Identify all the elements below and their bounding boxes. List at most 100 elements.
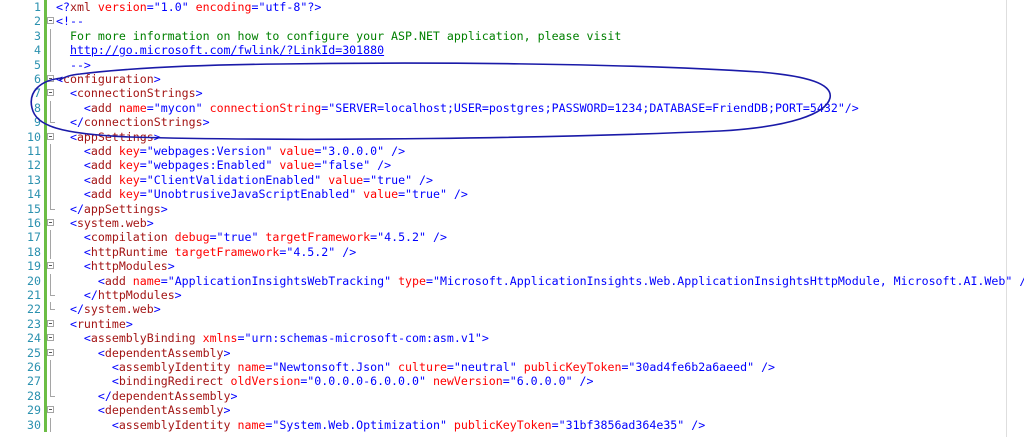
code-token: " (439, 417, 447, 432)
fold-end-guide (50, 115, 55, 124)
code-line[interactable]: 26 <assemblyIdentity name="Newtonsoft.Js… (0, 360, 1024, 375)
code-token: 4.5.2 (293, 244, 329, 259)
code-line[interactable]: 25 <dependentAssembly> (0, 345, 1024, 360)
code-token: < (56, 417, 119, 432)
line-number: 26 (27, 360, 41, 374)
code-line[interactable]: 16 <system.web> (0, 216, 1024, 231)
change-indicator (44, 57, 47, 72)
code-line[interactable]: 18 <httpRuntime targetFramework="4.5.2" … (0, 244, 1024, 260)
fold-guide (50, 230, 51, 245)
collapse-toggle-icon[interactable] (47, 17, 54, 25)
code-line[interactable]: 23 <runtime> (0, 316, 1024, 332)
change-indicator (44, 230, 47, 245)
code-token: =" (237, 331, 252, 346)
code-token: Newtonsoft.Json (279, 360, 385, 374)
code-token: <!-- (56, 14, 84, 29)
code-line[interactable]: 2 <!-- (0, 14, 1024, 29)
code-token: publicKeyToken (446, 417, 552, 432)
code-token: add (90, 100, 112, 115)
line-number: 7 (34, 86, 41, 101)
fold-guide (50, 158, 51, 173)
code-token: =" (139, 187, 154, 202)
code-line[interactable]: 29 <dependentAssembly> (0, 403, 1024, 418)
code-text: <httpModules> (56, 259, 175, 273)
change-indicator (44, 374, 47, 389)
code-editor[interactable]: 1 <?xml version="1.0" encoding="utf-8"?> 2… (0, 0, 1024, 437)
code-line[interactable]: 5 --> (0, 57, 1024, 72)
code-line[interactable]: 13 <add key="ClientValidationEnabled" va… (0, 172, 1024, 188)
code-token: 1.0 (160, 0, 182, 14)
code-line[interactable]: 6 <configuration> (0, 72, 1024, 87)
code-token: < (56, 403, 105, 418)
code-text: <compilation debug="true" targetFramewor… (56, 230, 447, 244)
change-indicator (44, 360, 47, 375)
code-token: < (56, 216, 77, 230)
code-token: =" (321, 100, 336, 115)
code-token: < (56, 129, 77, 144)
code-text: </dependentAssembly> (56, 389, 238, 403)
code-token: false (328, 158, 364, 173)
code-line[interactable]: 9 </connectionStrings> (0, 115, 1024, 130)
code-token: =" (209, 230, 224, 245)
code-token: value (321, 172, 364, 187)
code-token: =" (146, 0, 161, 14)
fold-end-guide (50, 302, 55, 311)
code-text: </system.web> (56, 302, 161, 316)
code-token: neutral (460, 360, 510, 374)
code-text: <dependentAssembly> (56, 403, 231, 417)
code-line[interactable]: 14 <add key="UnobtrusiveJavaScriptEnable… (0, 187, 1024, 202)
collapse-toggle-icon[interactable] (47, 75, 54, 82)
code-line[interactable]: 3 For more information on how to configu… (0, 28, 1024, 44)
code-token: webpages:Version (153, 144, 266, 158)
code-token: name (230, 417, 266, 432)
collapse-toggle-icon[interactable] (47, 348, 54, 356)
code-line[interactable]: 28 </dependentAssembly> (0, 388, 1024, 404)
code-line[interactable]: 4 http://go.microsoft.com/fwlink/?LinkId… (0, 43, 1024, 58)
collapse-toggle-icon[interactable] (47, 334, 54, 342)
code-line[interactable]: 27 <bindingRedirect oldVersion="0.0.0.0-… (0, 374, 1024, 389)
code-token: System.Web.Optimization (279, 417, 440, 432)
code-token: system.web (83, 302, 154, 317)
change-indicator (44, 0, 47, 15)
code-token: publicKeyToken (516, 360, 622, 374)
code-token: key (111, 144, 140, 158)
code-line[interactable]: 1 <?xml version="1.0" encoding="utf-8"?> (0, 0, 1024, 15)
code-line[interactable]: 22 </system.web> (0, 302, 1024, 317)
code-token: encoding (188, 0, 252, 14)
code-token: xmlns (195, 331, 238, 346)
collapse-toggle-icon[interactable] (47, 132, 54, 140)
code-token: " /> (565, 374, 594, 389)
code-line[interactable]: 24 <assemblyBinding xmlns="urn:schemas-m… (0, 331, 1024, 346)
code-token: =" (314, 144, 329, 158)
code-token: version (90, 0, 147, 14)
code-line[interactable]: 10 <appSettings> (0, 129, 1024, 144)
code-line[interactable]: 19 <httpModules> (0, 259, 1024, 274)
code-line[interactable]: 11 <add key="webpages:Version" value="3.… (0, 144, 1024, 159)
code-token: assemblyIdentity (118, 360, 231, 374)
code-line[interactable]: 30 <assemblyIdentity name="System.Web.Op… (0, 417, 1024, 432)
code-line[interactable]: 7 <connectionStrings> (0, 86, 1024, 101)
code-token: "> (474, 331, 489, 346)
url-link[interactable]: http://go.microsoft.com/fwlink/?LinkId=3… (70, 43, 384, 57)
line-number: 15 (27, 201, 41, 216)
code-text: <!-- (56, 14, 84, 28)
code-token: compilation (90, 230, 168, 245)
code-token: < (56, 230, 91, 245)
collapse-toggle-icon[interactable] (47, 406, 54, 414)
code-line[interactable]: 21 </httpModules> (0, 288, 1024, 303)
code-token: " /> (363, 158, 392, 173)
collapse-toggle-icon[interactable] (47, 219, 54, 226)
code-line[interactable]: 8 <add name="mycon" connectionString="SE… (0, 100, 1024, 116)
code-line[interactable]: 15 </appSettings> (0, 201, 1024, 216)
code-line[interactable]: 20 <add name="ApplicationInsightsWebTrac… (0, 273, 1024, 288)
collapse-toggle-icon[interactable] (47, 89, 54, 97)
code-token: UnobtrusiveJavaScriptEnabled (153, 187, 350, 202)
code-token: "?> (300, 0, 322, 14)
code-line[interactable]: 17 <compilation debug="true" targetFrame… (0, 230, 1024, 245)
code-line[interactable]: 12 <add key="webpages:Enabled" value="fa… (0, 158, 1024, 173)
code-text: <assemblyIdentity name="Newtonsoft.Json"… (56, 360, 775, 374)
fold-guide (50, 244, 51, 260)
collapse-toggle-icon[interactable] (47, 319, 54, 327)
collapse-toggle-icon[interactable] (47, 262, 54, 270)
code-token: " /> (747, 360, 776, 374)
